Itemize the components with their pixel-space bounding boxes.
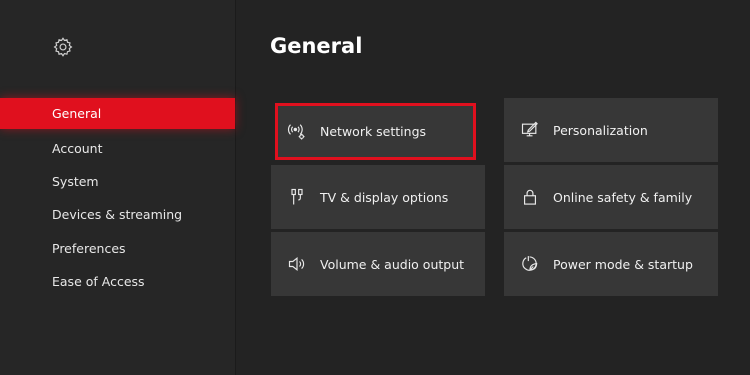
sidebar-item-preferences[interactable]: Preferences [0,232,235,265]
sidebar-item-label: Account [52,140,103,156]
sidebar-item-label: Preferences [52,240,126,256]
sidebar-item-account[interactable]: Account [0,131,235,164]
sidebar: General Account System Devices & streami… [0,0,236,375]
speaker-icon [287,254,307,274]
tile-label: Personalization [553,122,648,138]
sidebar-item-label: General [52,106,102,121]
sidebar-item-system[interactable]: System [0,165,235,198]
tile-label: Online safety & family [553,189,693,205]
page-title: General [270,34,363,58]
tile-label: Volume & audio output [320,256,465,272]
tile-label: Power mode & startup [553,256,693,272]
tile-label: TV & display options [320,189,449,205]
network-icon [287,122,307,142]
sidebar-item-label: Devices & streaming [52,207,183,223]
settings-screen: General Account System Devices & streami… [0,0,750,375]
sidebar-item-ease-of-access[interactable]: Ease of Access [0,265,235,298]
power-leaf-icon [520,254,540,274]
online-safety-family-tile[interactable]: Online safety & family [504,165,718,229]
sidebar-item-devices-streaming[interactable]: Devices & streaming [0,198,235,231]
personalization-tile[interactable]: Personalization [504,98,718,162]
sidebar-nav: General Account System Devices & streami… [0,98,235,298]
sidebar-item-label: Ease of Access [52,274,145,290]
sidebar-item-general[interactable]: General [0,98,235,129]
sidebar-item-label: System [52,173,99,189]
tile-label: Network settings [320,124,427,139]
power-mode-startup-tile[interactable]: Power mode & startup [504,232,718,296]
display-cable-icon [287,187,307,207]
settings-tile-grid: Network settings Personalization TV & di… [271,98,719,296]
volume-audio-output-tile[interactable]: Volume & audio output [271,232,485,296]
personalization-icon [520,120,540,140]
tv-display-options-tile[interactable]: TV & display options [271,165,485,229]
lock-icon [520,187,540,207]
gear-icon [52,36,74,58]
network-settings-tile[interactable]: Network settings [275,103,476,160]
